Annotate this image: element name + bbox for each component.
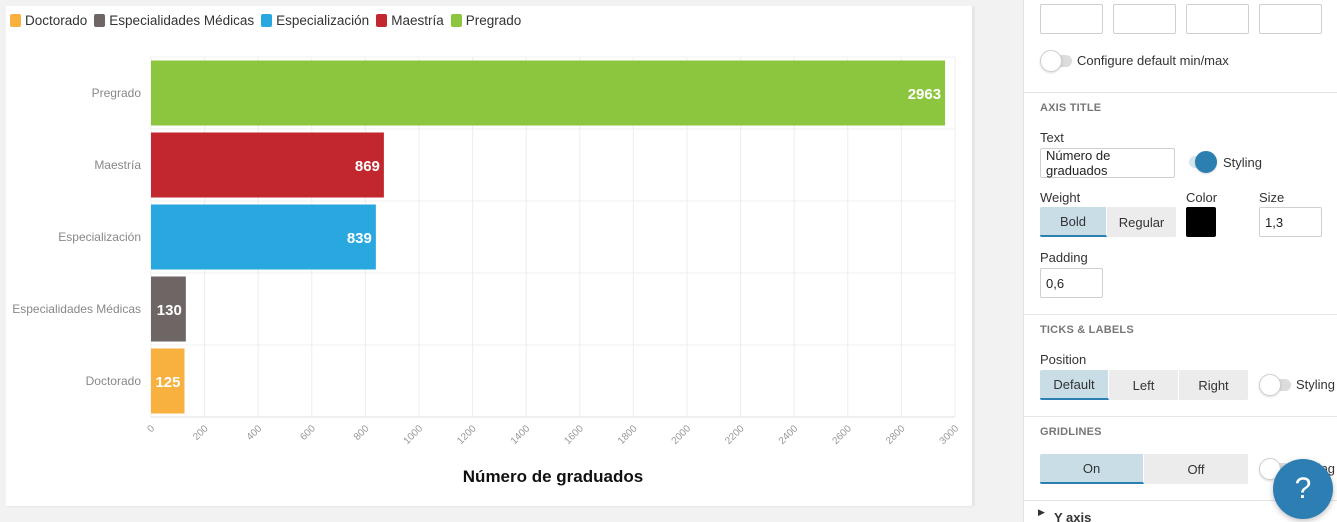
x-tick-label: 1600 <box>562 423 586 447</box>
axis-title-styling-toggle[interactable] <box>1185 151 1219 173</box>
bar <box>151 60 946 126</box>
x-tick-label: 400 <box>245 423 265 443</box>
axis-title-color-swatch[interactable] <box>1186 207 1216 237</box>
weight-bold-button[interactable]: Bold <box>1040 207 1107 237</box>
x-tick-label: 3000 <box>938 423 962 447</box>
x-tick-label: 1800 <box>616 423 640 447</box>
data-label: 2963 <box>908 86 941 103</box>
weight-regular-button[interactable]: Regular <box>1107 207 1176 237</box>
x-tick-label: 1200 <box>455 423 479 447</box>
x-tick-label: 800 <box>352 423 372 443</box>
x-tick-label: 2400 <box>777 423 801 447</box>
data-label: 130 <box>157 302 182 319</box>
x-tick-label: 2000 <box>670 423 694 447</box>
x-tick-label: 1000 <box>402 423 426 447</box>
data-label: 869 <box>355 158 380 175</box>
default-minmax-toggle[interactable] <box>1040 50 1074 72</box>
data-label: 125 <box>155 374 180 391</box>
x-tick-label: 200 <box>191 423 211 443</box>
weight-label: Weight <box>1040 190 1081 205</box>
position-default-button[interactable]: Default <box>1040 370 1109 400</box>
help-button[interactable]: ? <box>1273 459 1333 519</box>
bar <box>151 204 376 270</box>
category-label: Especialización <box>58 230 141 244</box>
section-title: GRIDLINES <box>1040 426 1102 438</box>
styling-label: Styling <box>1223 155 1263 170</box>
size-label: Size <box>1259 190 1285 205</box>
x-tick-label: 0 <box>145 423 157 435</box>
y-axis-label: Y axis <box>1054 510 1092 522</box>
data-label: 839 <box>347 230 372 247</box>
position-label: Position <box>1040 352 1087 367</box>
axis-title-input[interactable]: Número de graduados <box>1040 148 1175 178</box>
x-tick-label: 1400 <box>509 423 533 447</box>
x-tick-label: 600 <box>298 423 318 443</box>
gridlines-selector: On Off <box>1040 454 1248 484</box>
styling-label: Styling <box>1296 377 1336 392</box>
min-max-input-4[interactable] <box>1259 4 1322 34</box>
axis-title-size-input[interactable]: 1,3 <box>1259 207 1322 237</box>
text-label: Text <box>1040 130 1064 145</box>
section-title: TICKS & LABELS <box>1040 324 1134 336</box>
category-label: Maestría <box>94 158 141 172</box>
bar <box>151 132 384 198</box>
x-tick-label: 2200 <box>723 423 747 447</box>
x-tick-label: 2800 <box>884 423 908 447</box>
category-label: Especialidades Médicas <box>12 302 141 316</box>
category-label: Pregrado <box>92 86 142 100</box>
min-max-input-2[interactable] <box>1113 4 1176 34</box>
padding-label: Padding <box>1040 250 1088 265</box>
x-axis-title: Número de graduados <box>463 467 643 486</box>
default-minmax-label: Configure default min/max <box>1077 53 1229 68</box>
min-max-input-3[interactable] <box>1186 4 1249 34</box>
position-left-button[interactable]: Left <box>1109 370 1179 400</box>
x-tick-label: 2600 <box>830 423 854 447</box>
gridlines-off-button[interactable]: Off <box>1144 454 1248 484</box>
caret-right-icon: ▶ <box>1038 507 1045 517</box>
ticks-styling-toggle[interactable] <box>1259 374 1293 396</box>
position-right-button[interactable]: Right <box>1179 370 1248 400</box>
category-label: Doctorado <box>86 374 142 388</box>
gridlines-on-button[interactable]: On <box>1040 454 1144 484</box>
bar-chart: Pregrado 2963 Maestría 869 Especialización 83… <box>12 56 962 486</box>
color-label: Color <box>1186 190 1218 205</box>
tick-position-selector: Default Left Right <box>1040 370 1248 400</box>
weight-selector: Bold Regular <box>1040 207 1176 237</box>
section-title: AXIS TITLE <box>1040 102 1102 114</box>
min-max-input-1[interactable] <box>1040 4 1103 34</box>
settings-panel: Configure default min/max AXIS TITLE Tex… <box>1023 0 1337 522</box>
axis-title-padding-input[interactable]: 0,6 <box>1040 268 1103 298</box>
